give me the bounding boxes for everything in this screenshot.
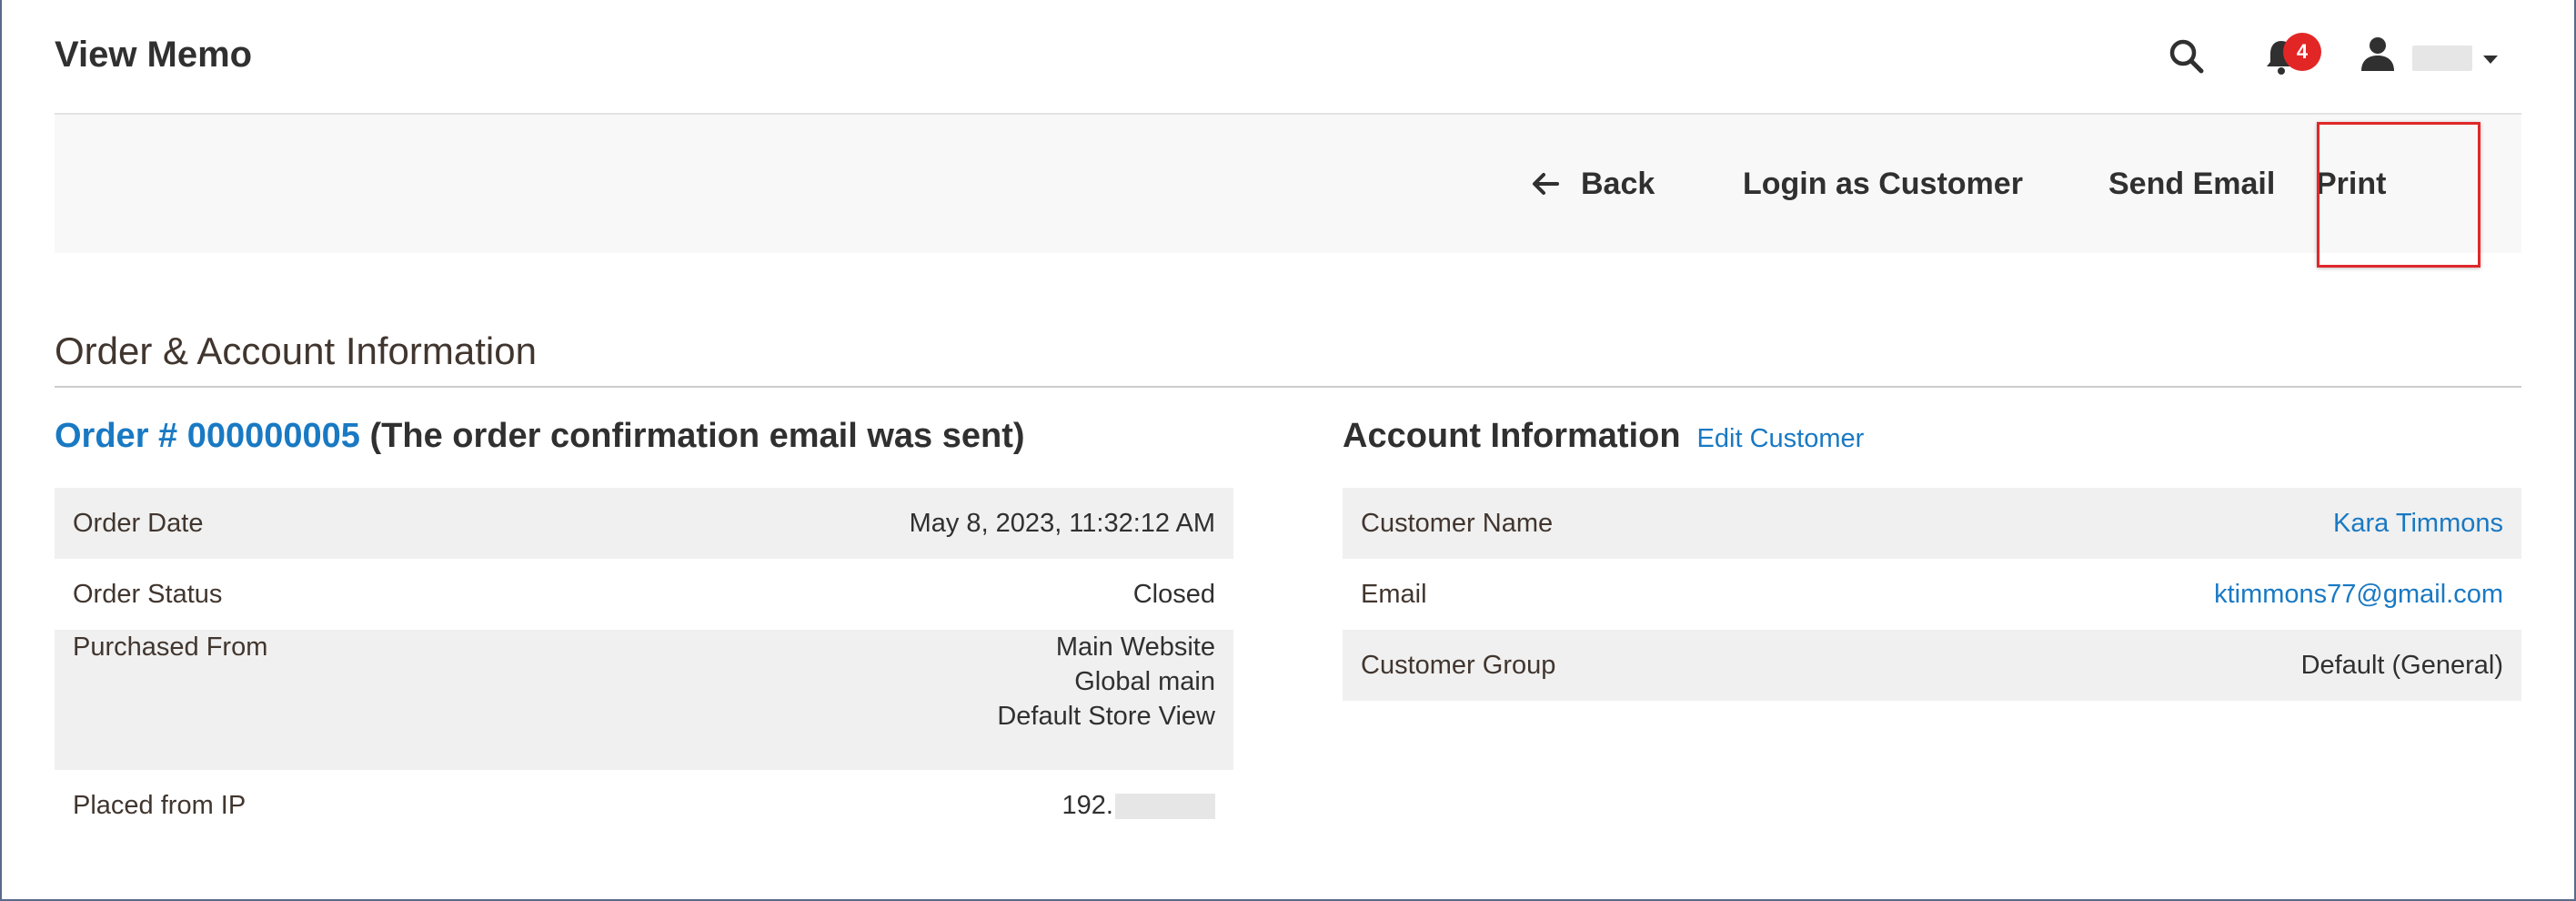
customer-name-link[interactable]: Kara Timmons [2333,509,2503,538]
customer-group-value: Default (General) [2300,651,2503,680]
purchased-from-store: Global main [1074,667,1215,696]
ip-redacted [1115,794,1215,820]
placed-from-ip-value: 192. [530,770,1233,841]
search-icon[interactable] [2167,36,2207,76]
table-row: Email ktimmons77@gmail.com [1343,559,2521,630]
purchased-from-website: Main Website [1055,633,1215,662]
order-heading: Order # 000000005 (The order confirmatio… [55,417,1025,456]
order-date-label: Order Date [73,509,204,538]
account-info-title: Account Information [1343,417,1681,455]
arrow-left-icon [1533,173,1559,195]
email-label: Email [1361,580,1427,609]
login-as-customer-button[interactable]: Login as Customer [1743,115,2023,253]
table-row: Placed from IP 192. [55,770,1233,841]
account-info-heading: Account Information Edit Customer [1343,417,1864,456]
email-cell: ktimmons77@gmail.com [1832,559,2521,630]
order-info-table: Order Date May 8, 2023, 11:32:12 AM Orde… [55,488,1233,841]
user-name-redacted[interactable] [2412,46,2472,71]
order-email-note: (The order confirmation email was sent) [359,417,1025,455]
customer-group-label: Customer Group [1361,651,1556,680]
user-icon[interactable] [2358,35,2398,75]
back-button[interactable]: Back [1532,115,1655,253]
send-email-button[interactable]: Send Email [2108,115,2275,253]
table-row: Purchased From Main Website Global main … [55,630,1233,770]
order-number-link[interactable]: Order # 000000005 [55,417,360,455]
page-title: View Memo [55,35,253,75]
edit-customer-link[interactable]: Edit Customer [1697,424,1865,453]
placed-from-ip-label: Placed from IP [73,791,247,820]
back-label: Back [1581,166,1655,201]
notification-badge: 4 [2283,33,2321,71]
table-row: Order Status Closed [55,559,1233,630]
print-button[interactable]: Print [2316,115,2386,253]
table-row: Customer Name Kara Timmons [1343,488,2521,559]
purchased-from-store-view: Default Store View [997,702,1215,731]
chevron-down-icon[interactable] [2481,53,2500,66]
account-info-table: Customer Name Kara Timmons Email ktimmon… [1343,488,2521,701]
order-status-label: Order Status [73,580,223,609]
purchased-from-label: Purchased From [73,633,268,662]
ip-prefix: 192. [1062,791,1113,820]
purchased-from-value: Main Website Global main Default Store V… [530,630,1233,770]
customer-email-link[interactable]: ktimmons77@gmail.com [2214,580,2503,609]
table-row: Customer Group Default (General) [1343,630,2521,701]
order-date-value: May 8, 2023, 11:32:12 AM [909,509,1215,538]
section-divider [55,386,2521,388]
table-row: Order Date May 8, 2023, 11:32:12 AM [55,488,1233,559]
order-status-value: Closed [1132,580,1215,609]
customer-name-label: Customer Name [1361,509,1554,538]
section-title: Order & Account Information [55,329,537,372]
customer-name-cell: Kara Timmons [1832,488,2521,559]
page-actions-toolbar: Back Login as Customer Send Email Print [55,115,2521,253]
